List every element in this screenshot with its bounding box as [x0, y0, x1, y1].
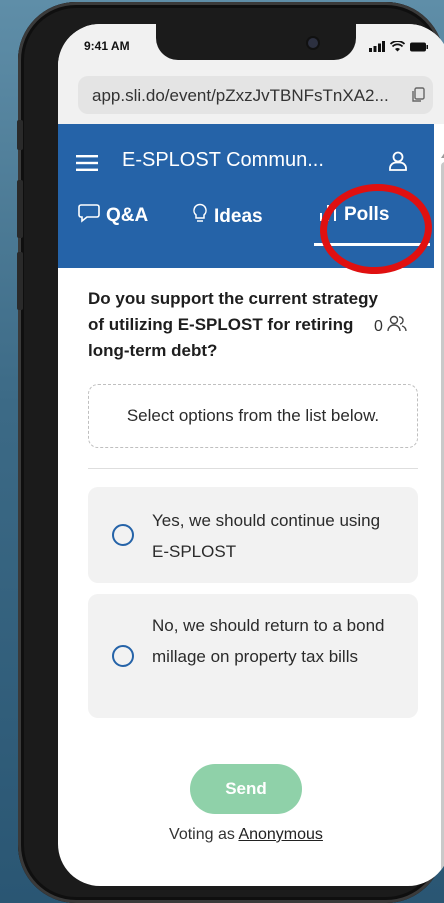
send-button[interactable]: Send — [190, 764, 302, 814]
url-field[interactable]: app.sli.do/event/pZxzJvTBNFsTnXA2... — [78, 76, 433, 114]
poll-content: Do you support the current strategy of u… — [88, 286, 418, 718]
status-time: 9:41 AM — [84, 39, 130, 53]
instruction-text: Select options from the list below. — [126, 406, 380, 425]
participant-count: 0 — [374, 315, 407, 338]
battery-icon — [410, 39, 428, 57]
mute-switch — [17, 120, 23, 150]
url-text: app.sli.do/event/pZxzJvTBNFsTnXA2... — [92, 86, 389, 105]
radio-button-yes[interactable] — [112, 524, 134, 546]
poll-option-no[interactable]: No, we should return to a bond millage o… — [88, 594, 418, 718]
event-title: E-SPLOST Commun... — [122, 149, 324, 171]
voting-as-text: Voting as Anonymous — [58, 826, 434, 844]
phone-screen: 9:41 AM app.sli.do/event/pZxzJvTBNFsTnXA… — [58, 24, 444, 886]
divider — [88, 468, 418, 469]
tab-ideas-label: Ideas — [214, 206, 263, 227]
phone-frame: 9:41 AM app.sli.do/event/pZxzJvTBNFsTnXA… — [17, 2, 444, 903]
signal-icon — [369, 39, 385, 57]
poll-question: Do you support the current strategy of u… — [88, 289, 378, 360]
menu-icon[interactable] — [76, 155, 98, 176]
tab-qa[interactable]: Q&A — [78, 203, 148, 229]
chat-bubble-icon — [78, 203, 100, 229]
anonymous-link[interactable]: Anonymous — [238, 826, 323, 843]
copy-icon[interactable] — [411, 87, 425, 108]
participant-count-value: 0 — [374, 317, 383, 335]
radio-button-no[interactable] — [112, 645, 134, 667]
status-icons — [369, 39, 428, 57]
browser-address-bar: app.sli.do/event/pZxzJvTBNFsTnXA2... — [58, 68, 444, 124]
lightbulb-icon — [192, 203, 208, 231]
volume-down-button — [17, 252, 23, 310]
participants-icon — [387, 315, 407, 338]
notch — [156, 24, 356, 60]
poll-option-yes[interactable]: Yes, we should continue using E-SPLOST — [88, 487, 418, 583]
poll-option-label: No, we should return to a bond millage o… — [152, 616, 385, 666]
instruction-box: Select options from the list below. — [88, 384, 418, 448]
tab-qa-label: Q&A — [106, 205, 149, 226]
user-icon[interactable] — [388, 150, 408, 177]
poll-option-label: Yes, we should continue using E-SPLOST — [152, 511, 381, 561]
volume-up-button — [17, 180, 23, 238]
tab-ideas[interactable]: Ideas — [192, 203, 263, 231]
send-wrap: Send — [58, 764, 434, 814]
voting-prefix: Voting as — [169, 826, 235, 843]
front-camera — [308, 38, 318, 48]
wifi-icon — [389, 39, 406, 57]
